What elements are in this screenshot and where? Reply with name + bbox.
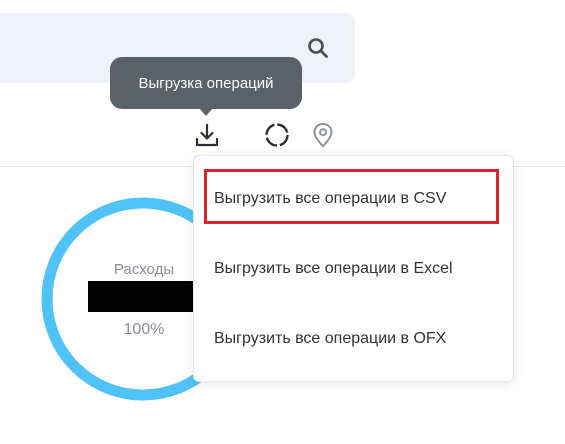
chart-percent: 100% <box>123 321 165 338</box>
page: Выгрузка операций Расходы 100% Выгрузить… <box>0 0 565 444</box>
location-pin-icon[interactable] <box>309 121 337 149</box>
menu-item-label: Выгрузить все операции в OFX <box>214 330 447 347</box>
tooltip-arrow <box>199 108 213 116</box>
export-tooltip: Выгрузка операций <box>110 57 302 109</box>
menu-item-label: Выгрузить все операции в Excel <box>214 260 453 277</box>
menu-item-export-ofx[interactable]: Выгрузить все операции в OFX <box>194 319 513 359</box>
spinner-icon[interactable] <box>263 121 291 149</box>
tooltip-text: Выгрузка операций <box>138 74 274 92</box>
menu-item-label: Выгрузить все операции в CSV <box>214 190 447 207</box>
export-dropdown-menu: Выгрузить все операции в CSV Выгрузить в… <box>193 155 514 382</box>
search-icon[interactable] <box>307 37 329 59</box>
download-icon[interactable] <box>193 121 221 149</box>
menu-item-export-excel[interactable]: Выгрузить все операции в Excel <box>194 249 513 289</box>
menu-item-export-csv[interactable]: Выгрузить все операции в CSV <box>194 179 513 219</box>
chart-label: Расходы <box>113 261 175 278</box>
redacted-amount <box>88 281 198 312</box>
